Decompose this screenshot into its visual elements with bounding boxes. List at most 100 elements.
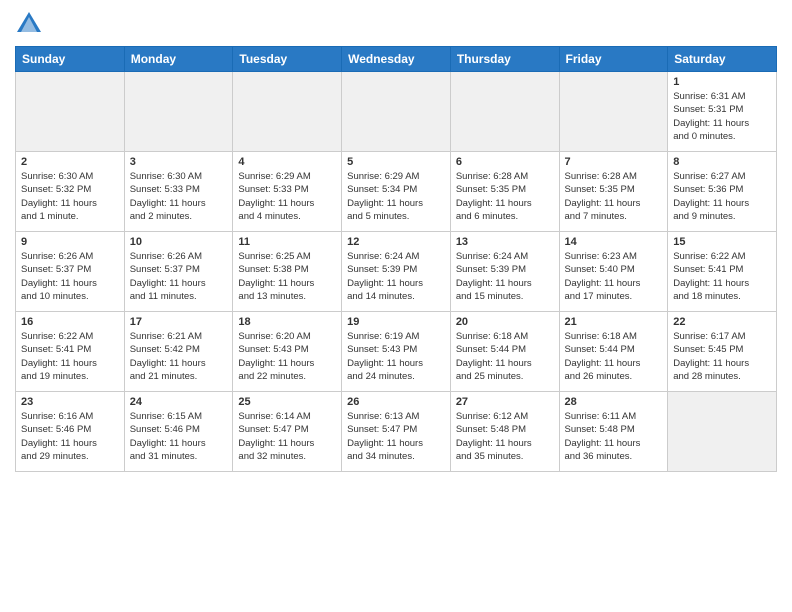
calendar-cell: 17 Sunrise: 6:21 AM Sunset: 5:42 PM Dayli… <box>124 312 233 392</box>
calendar-cell: 3 Sunrise: 6:30 AM Sunset: 5:33 PM Daylig… <box>124 152 233 232</box>
day-info: Sunrise: 6:18 AM Sunset: 5:44 PM Dayligh… <box>565 330 663 383</box>
day-number: 22 <box>673 316 771 328</box>
day-info: Sunrise: 6:22 AM Sunset: 5:41 PM Dayligh… <box>673 250 771 303</box>
day-number: 17 <box>130 316 228 328</box>
calendar-table: SundayMondayTuesdayWednesdayThursdayFrid… <box>15 46 777 472</box>
calendar-cell: 7 Sunrise: 6:28 AM Sunset: 5:35 PM Daylig… <box>559 152 668 232</box>
calendar-cell: 20 Sunrise: 6:18 AM Sunset: 5:44 PM Dayli… <box>450 312 559 392</box>
calendar-body: 1 Sunrise: 6:31 AM Sunset: 5:31 PM Daylig… <box>16 72 777 472</box>
calendar-cell: 1 Sunrise: 6:31 AM Sunset: 5:31 PM Daylig… <box>668 72 777 152</box>
day-info: Sunrise: 6:28 AM Sunset: 5:35 PM Dayligh… <box>456 170 554 223</box>
calendar-cell: 6 Sunrise: 6:28 AM Sunset: 5:35 PM Daylig… <box>450 152 559 232</box>
day-number: 27 <box>456 396 554 408</box>
header-day: Wednesday <box>342 47 451 72</box>
calendar-week-row: 16 Sunrise: 6:22 AM Sunset: 5:41 PM Dayli… <box>16 312 777 392</box>
day-number: 5 <box>347 156 445 168</box>
day-info: Sunrise: 6:20 AM Sunset: 5:43 PM Dayligh… <box>238 330 336 383</box>
day-number: 4 <box>238 156 336 168</box>
calendar-week-row: 2 Sunrise: 6:30 AM Sunset: 5:32 PM Daylig… <box>16 152 777 232</box>
day-number: 15 <box>673 236 771 248</box>
day-info: Sunrise: 6:26 AM Sunset: 5:37 PM Dayligh… <box>21 250 119 303</box>
day-number: 1 <box>673 76 771 88</box>
header-day: Friday <box>559 47 668 72</box>
day-info: Sunrise: 6:29 AM Sunset: 5:34 PM Dayligh… <box>347 170 445 223</box>
calendar-cell <box>342 72 451 152</box>
calendar-cell <box>450 72 559 152</box>
calendar-cell: 25 Sunrise: 6:14 AM Sunset: 5:47 PM Dayli… <box>233 392 342 472</box>
day-info: Sunrise: 6:24 AM Sunset: 5:39 PM Dayligh… <box>456 250 554 303</box>
calendar-cell: 22Sunrise: 6:17 AM Sunset: 5:45 PM Dayli… <box>668 312 777 392</box>
day-info: Sunrise: 6:31 AM Sunset: 5:31 PM Dayligh… <box>673 90 771 143</box>
calendar-week-row: 23 Sunrise: 6:16 AM Sunset: 5:46 PM Dayli… <box>16 392 777 472</box>
calendar-cell <box>124 72 233 152</box>
day-info: Sunrise: 6:18 AM Sunset: 5:44 PM Dayligh… <box>456 330 554 383</box>
calendar-cell: 15 Sunrise: 6:22 AM Sunset: 5:41 PM Dayli… <box>668 232 777 312</box>
calendar-cell: 9 Sunrise: 6:26 AM Sunset: 5:37 PM Daylig… <box>16 232 125 312</box>
day-number: 2 <box>21 156 119 168</box>
day-number: 19 <box>347 316 445 328</box>
calendar-cell <box>668 392 777 472</box>
day-info: Sunrise: 6:30 AM Sunset: 5:32 PM Dayligh… <box>21 170 119 223</box>
calendar-header: SundayMondayTuesdayWednesdayThursdayFrid… <box>16 47 777 72</box>
day-info: Sunrise: 6:30 AM Sunset: 5:33 PM Dayligh… <box>130 170 228 223</box>
calendar-cell: 8Sunrise: 6:27 AM Sunset: 5:36 PM Daylig… <box>668 152 777 232</box>
day-number: 3 <box>130 156 228 168</box>
header <box>15 10 777 38</box>
calendar-cell: 13 Sunrise: 6:24 AM Sunset: 5:39 PM Dayli… <box>450 232 559 312</box>
header-row: SundayMondayTuesdayWednesdayThursdayFrid… <box>16 47 777 72</box>
header-day: Sunday <box>16 47 125 72</box>
header-day: Saturday <box>668 47 777 72</box>
page: SundayMondayTuesdayWednesdayThursdayFrid… <box>0 0 792 612</box>
calendar-cell: 4 Sunrise: 6:29 AM Sunset: 5:33 PM Daylig… <box>233 152 342 232</box>
day-info: Sunrise: 6:19 AM Sunset: 5:43 PM Dayligh… <box>347 330 445 383</box>
calendar-cell <box>16 72 125 152</box>
day-number: 16 <box>21 316 119 328</box>
day-number: 18 <box>238 316 336 328</box>
calendar-week-row: 9 Sunrise: 6:26 AM Sunset: 5:37 PM Daylig… <box>16 232 777 312</box>
day-number: 13 <box>456 236 554 248</box>
calendar-cell <box>559 72 668 152</box>
day-number: 24 <box>130 396 228 408</box>
day-info: Sunrise: 6:11 AM Sunset: 5:48 PM Dayligh… <box>565 410 663 463</box>
day-info: Sunrise: 6:23 AM Sunset: 5:40 PM Dayligh… <box>565 250 663 303</box>
calendar-cell: 11 Sunrise: 6:25 AM Sunset: 5:38 PM Dayli… <box>233 232 342 312</box>
day-number: 11 <box>238 236 336 248</box>
day-number: 6 <box>456 156 554 168</box>
day-info: Sunrise: 6:27 AM Sunset: 5:36 PM Dayligh… <box>673 170 771 223</box>
day-info: Sunrise: 6:16 AM Sunset: 5:46 PM Dayligh… <box>21 410 119 463</box>
day-number: 21 <box>565 316 663 328</box>
calendar-cell: 28 Sunrise: 6:11 AM Sunset: 5:48 PM Dayli… <box>559 392 668 472</box>
day-number: 25 <box>238 396 336 408</box>
calendar-cell: 10 Sunrise: 6:26 AM Sunset: 5:37 PM Dayli… <box>124 232 233 312</box>
day-info: Sunrise: 6:14 AM Sunset: 5:47 PM Dayligh… <box>238 410 336 463</box>
header-day: Thursday <box>450 47 559 72</box>
day-info: Sunrise: 6:28 AM Sunset: 5:35 PM Dayligh… <box>565 170 663 223</box>
header-day: Tuesday <box>233 47 342 72</box>
day-info: Sunrise: 6:21 AM Sunset: 5:42 PM Dayligh… <box>130 330 228 383</box>
day-info: Sunrise: 6:13 AM Sunset: 5:47 PM Dayligh… <box>347 410 445 463</box>
header-day: Monday <box>124 47 233 72</box>
day-number: 10 <box>130 236 228 248</box>
day-info: Sunrise: 6:12 AM Sunset: 5:48 PM Dayligh… <box>456 410 554 463</box>
logo-icon <box>15 10 43 38</box>
day-number: 14 <box>565 236 663 248</box>
day-info: Sunrise: 6:26 AM Sunset: 5:37 PM Dayligh… <box>130 250 228 303</box>
calendar-cell: 21 Sunrise: 6:18 AM Sunset: 5:44 PM Dayli… <box>559 312 668 392</box>
day-info: Sunrise: 6:22 AM Sunset: 5:41 PM Dayligh… <box>21 330 119 383</box>
calendar-cell: 18 Sunrise: 6:20 AM Sunset: 5:43 PM Dayli… <box>233 312 342 392</box>
day-number: 9 <box>21 236 119 248</box>
day-info: Sunrise: 6:15 AM Sunset: 5:46 PM Dayligh… <box>130 410 228 463</box>
day-number: 23 <box>21 396 119 408</box>
calendar-cell: 2 Sunrise: 6:30 AM Sunset: 5:32 PM Daylig… <box>16 152 125 232</box>
calendar-cell: 23 Sunrise: 6:16 AM Sunset: 5:46 PM Dayli… <box>16 392 125 472</box>
calendar-cell: 27 Sunrise: 6:12 AM Sunset: 5:48 PM Dayli… <box>450 392 559 472</box>
day-info: Sunrise: 6:25 AM Sunset: 5:38 PM Dayligh… <box>238 250 336 303</box>
day-number: 20 <box>456 316 554 328</box>
day-number: 28 <box>565 396 663 408</box>
logo <box>15 10 45 38</box>
day-info: Sunrise: 6:29 AM Sunset: 5:33 PM Dayligh… <box>238 170 336 223</box>
day-info: Sunrise: 6:24 AM Sunset: 5:39 PM Dayligh… <box>347 250 445 303</box>
day-number: 12 <box>347 236 445 248</box>
day-number: 7 <box>565 156 663 168</box>
calendar-week-row: 1 Sunrise: 6:31 AM Sunset: 5:31 PM Daylig… <box>16 72 777 152</box>
